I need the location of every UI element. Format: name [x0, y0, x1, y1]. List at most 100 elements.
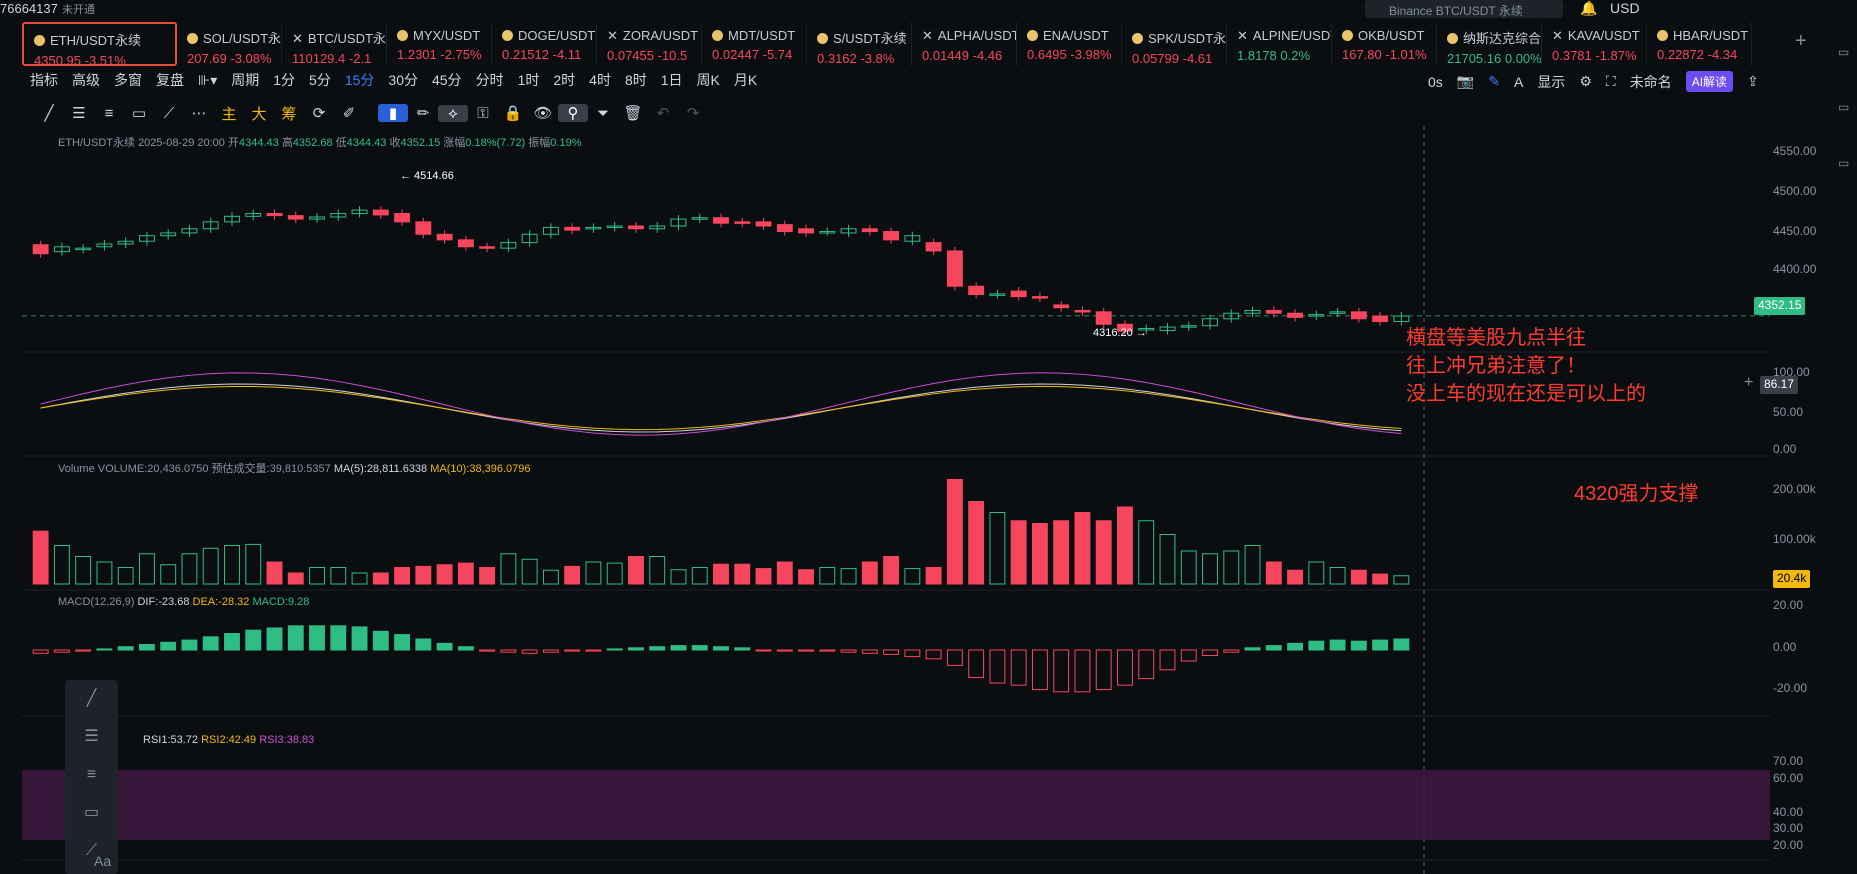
coin-icon	[502, 30, 513, 41]
ticker-tab[interactable]: MYX/USDT 1.2301 -2.75%	[387, 22, 492, 66]
camera-icon[interactable]: 📷	[1457, 73, 1474, 90]
bookmark-icon[interactable]: ▮	[378, 104, 408, 122]
rect-tool-icon[interactable]: ▭	[65, 794, 118, 832]
interval-button[interactable]: 周K	[697, 70, 720, 90]
open-label: 开	[227, 137, 239, 149]
panel-icon[interactable]: ▭	[1838, 45, 1849, 59]
more-icon[interactable]: ⋯	[184, 104, 214, 122]
interval-button[interactable]: 月K	[734, 70, 757, 90]
interval-button[interactable]: 8时	[625, 70, 647, 90]
eye-icon[interactable]: 👁	[528, 104, 558, 122]
text-tool-icon[interactable]: Aa	[94, 853, 111, 869]
rect-icon[interactable]: ▭	[124, 104, 154, 122]
ticker-change: -3.98%	[1070, 47, 1112, 62]
add-indicator-icon[interactable]: +	[1744, 374, 1753, 392]
fib-tool-icon[interactable]: ☰	[65, 718, 118, 756]
ticker-tab[interactable]: HBAR/USDT 0.22872 -4.34	[1647, 22, 1752, 66]
pencil-icon[interactable]: ✎	[1488, 73, 1500, 90]
macd-bar	[798, 649, 814, 652]
bell-icon[interactable]: 🔔	[1580, 0, 1597, 17]
chart-type-icon[interactable]: ⊪▾	[198, 72, 217, 89]
brush-icon[interactable]: ✐	[334, 104, 364, 122]
font-icon[interactable]: A	[1514, 74, 1523, 90]
panel-icon[interactable]: ▭	[1838, 100, 1849, 114]
ticker-tab[interactable]: MDT/USDT 0.02447 -5.74	[702, 22, 807, 66]
ticker-tab[interactable]: ✕ ZORA/USDT 0.07455 -10.5	[597, 22, 702, 66]
display-button[interactable]: 显示	[1537, 72, 1565, 92]
link-icon[interactable]: ⚲	[558, 104, 588, 122]
interval-button[interactable]: 30分	[388, 70, 418, 90]
interval-button[interactable]: 1日	[661, 70, 683, 90]
ticker-tab[interactable]: SPK/USDT永 0.05799 -4.61	[1122, 22, 1227, 66]
lock2-icon[interactable]: 🔒	[498, 104, 528, 122]
advanced-button[interactable]: 高级	[72, 70, 100, 90]
channel-icon[interactable]: ≡	[94, 105, 124, 122]
period-button[interactable]: 周期	[231, 70, 259, 90]
interval-button[interactable]: 分时	[476, 70, 504, 90]
ticker-tab[interactable]: ✕ ALPINE/USDT 1.8178 0.2%	[1227, 22, 1332, 66]
trendline-tool-icon[interactable]: ╱	[65, 680, 118, 718]
macd-bar	[1010, 649, 1027, 686]
macd-bar	[840, 649, 857, 653]
undo-icon[interactable]: ↶	[648, 104, 678, 122]
redo-icon[interactable]: ↷	[678, 104, 708, 122]
volume-bar	[351, 572, 368, 585]
account-status[interactable]: 未开通	[62, 1, 95, 17]
ticker-tab[interactable]: ENA/USDT 0.6495 -3.98%	[1017, 22, 1122, 66]
ticker-name: 纳斯达克综合指数	[1463, 31, 1541, 46]
ticker-tab[interactable]: ✕ ALPHA/USDT 0.01449 -4.46	[912, 22, 1017, 66]
indicator-button[interactable]: 指标	[30, 70, 58, 90]
add-tab-icon[interactable]: +	[1795, 30, 1807, 53]
chips-button[interactable]: 筹	[274, 103, 304, 124]
interval-button[interactable]: 1分	[273, 70, 295, 90]
close-icon[interactable]: ✕	[1237, 28, 1248, 43]
ticker-name: HBAR/USDT	[1673, 28, 1749, 43]
close-icon[interactable]: ✕	[292, 31, 303, 46]
macd-bar	[1265, 645, 1282, 651]
magnet-icon[interactable]: ⟡	[438, 104, 468, 122]
ai-button[interactable]: AI解读	[1685, 71, 1734, 92]
main-indicator-button[interactable]: 主	[214, 103, 244, 124]
hline-icon[interactable]: ☰	[64, 104, 94, 122]
interval-button[interactable]: 2时	[553, 70, 575, 90]
channel-tool-icon[interactable]: ≡	[65, 756, 118, 794]
big-order-button[interactable]: 大	[244, 103, 274, 124]
ticker-tab[interactable]: DOGE/USDT 0.21512 -4.11	[492, 22, 597, 66]
interval-button[interactable]: 45分	[432, 70, 462, 90]
close-icon[interactable]: ✕	[1552, 28, 1563, 43]
macd-bar	[1393, 638, 1410, 651]
ticker-tab[interactable]: 纳斯达克综合指数 21705.16 0.00%	[1437, 22, 1542, 66]
unnamed-layout[interactable]: 未命名	[1630, 72, 1672, 92]
fullscreen-icon[interactable]: ⛶	[1606, 73, 1616, 90]
ticker-tab[interactable]: OKB/USDT 167.80 -1.01%	[1332, 22, 1437, 66]
macd-bar	[1095, 649, 1112, 691]
interval-button[interactable]: 1时	[518, 70, 540, 90]
ray-icon[interactable]: ⟋	[154, 105, 184, 122]
trendline-icon[interactable]: ╱	[34, 104, 64, 122]
sync-icon[interactable]: ⟳	[304, 104, 334, 122]
share-icon[interactable]: ⇪	[1747, 73, 1759, 90]
ticker-tab[interactable]: ✕ BTC/USDT永 110129.4 -2.1	[282, 22, 387, 66]
close-icon[interactable]: ✕	[922, 28, 933, 43]
currency-select[interactable]: USD	[1610, 0, 1640, 16]
candle	[1265, 309, 1282, 314]
interval-button[interactable]: 4时	[589, 70, 611, 90]
trading-app: 76664137 未开通 Binance BTC/USDT 永续 USD 🔔 E…	[0, 0, 1857, 874]
lock-icon[interactable]: ⚿	[468, 105, 498, 122]
ticker-tab[interactable]: ETH/USDT永续 4350.95 -3.51%	[22, 22, 177, 68]
interval-button[interactable]: 5分	[309, 70, 331, 90]
multiwindow-button[interactable]: 多窗	[114, 70, 142, 90]
ticker-tab[interactable]: S/USDT永续 0.3162 -3.8%	[807, 22, 912, 66]
ruler-icon[interactable]: ✏	[408, 104, 438, 122]
filter-icon[interactable]: ⏷	[588, 105, 618, 122]
search-input[interactable]: Binance BTC/USDT 永续	[1365, 0, 1563, 18]
panel-icon[interactable]: ▭	[1838, 156, 1849, 170]
ticker-tab[interactable]: ✕ KAVA/USDT 0.3781 -1.87%	[1542, 22, 1647, 66]
ticker-tab[interactable]: SOL/USDT永 207.69 -3.08%	[177, 22, 282, 66]
settings-icon[interactable]: ⚙	[1579, 73, 1592, 90]
close-icon[interactable]: ✕	[607, 28, 618, 43]
interval-button[interactable]: 15分	[345, 70, 375, 90]
replay-button[interactable]: 复盘	[156, 70, 184, 90]
candle	[925, 242, 942, 252]
trash-icon[interactable]: 🗑	[618, 104, 648, 122]
